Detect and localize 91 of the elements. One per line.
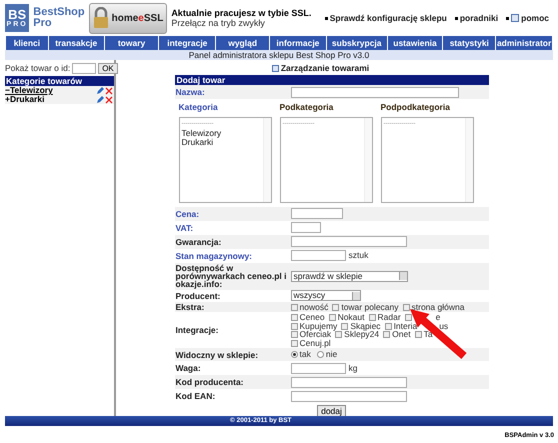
checkbox[interactable] — [290, 304, 298, 310]
checkbox[interactable] — [404, 314, 412, 321]
unit-label: kg — [348, 362, 358, 375]
option-label: Sklepy24 — [344, 330, 380, 339]
option-label: Oferciak — [300, 330, 332, 339]
caret-icon — [398, 272, 406, 280]
text-field[interactable] — [290, 236, 406, 248]
id-field[interactable] — [72, 63, 96, 74]
ok-button[interactable]: OK — [98, 63, 118, 74]
checkbox[interactable] — [414, 331, 422, 338]
field-label: VAT: — [174, 224, 194, 232]
field-label: Kod producenta: — [174, 378, 244, 386]
option-label: tak — [300, 348, 311, 362]
list-heading: Podkategoria — [280, 101, 334, 114]
delete-icon[interactable] — [105, 86, 113, 94]
field-label: Dostępność w porównywarkach ceneo.pl i okazje.info: — [174, 264, 288, 288]
header-link[interactable]: pomoc — [521, 12, 549, 24]
field-label: Gwarancja: — [174, 238, 222, 246]
text-field[interactable] — [290, 250, 346, 262]
list-option[interactable]: Drukarki — [182, 138, 262, 147]
id-label: Pokaż towar o id: — [5, 62, 70, 75]
list-option[interactable]: Telewizory — [182, 128, 262, 138]
field-label: Kod EAN: — [174, 392, 216, 400]
text-field[interactable] — [290, 86, 458, 98]
field-label: Integracje: — [174, 326, 220, 334]
option-label: Radar — [378, 313, 401, 322]
option-label: e — [436, 313, 440, 322]
mode-link[interactable]: Przełącz na tryb zwykły — [171, 18, 321, 28]
field-label: Widoczny w sklepie: — [174, 350, 260, 359]
checkbox[interactable] — [328, 314, 336, 321]
brand-name: Pro — [33, 18, 52, 29]
submit-button[interactable]: dodaj — [317, 405, 346, 418]
option-label: nie — [326, 348, 338, 362]
field-label: Nazwa: — [174, 88, 206, 96]
text-field[interactable] — [290, 208, 342, 220]
help-icon — [272, 64, 279, 72]
option-label: towar polecany — [341, 302, 398, 312]
text-field[interactable] — [290, 376, 406, 388]
brand-name: BestShop — [33, 7, 85, 18]
padlock-icon — [92, 7, 109, 29]
checkbox[interactable] — [290, 314, 298, 321]
bullet-icon — [324, 16, 328, 20]
checkbox[interactable] — [290, 331, 298, 338]
checkbox[interactable] — [290, 322, 298, 330]
bullet-icon — [506, 16, 510, 20]
option-label: nowość — [300, 302, 328, 312]
help-icon — [511, 14, 520, 22]
list-heading: Kategoria — [178, 101, 219, 114]
checkbox[interactable] — [383, 331, 390, 338]
checkbox[interactable] — [384, 322, 392, 330]
delete-icon[interactable] — [105, 96, 113, 104]
option-label: strona główna — [412, 302, 464, 312]
option-label: Skąpiec — [350, 322, 381, 330]
text-field[interactable] — [290, 222, 320, 234]
field-label: Waga: — [174, 364, 202, 372]
text-field[interactable] — [290, 362, 346, 374]
option-label: Ta — [424, 330, 433, 339]
field-label: Stan magazynowy: — [174, 252, 254, 260]
dropdown[interactable]: wszyscy — [290, 290, 360, 302]
field-label: Ekstra: — [174, 303, 206, 311]
field-label: Producent: — [174, 292, 222, 300]
radio-button[interactable] — [290, 351, 298, 358]
field-label: Cena: — [174, 210, 200, 218]
header-link[interactable]: poradniki — [460, 12, 498, 24]
list-heading: Podpodkategoria — [380, 101, 451, 114]
option-label: Kupujemy — [300, 322, 338, 330]
option-label: Ceneo — [300, 313, 325, 322]
checkbox[interactable] — [402, 304, 410, 310]
dropdown[interactable]: sprawdź w sklepie — [290, 270, 408, 282]
form-header: Dodaj towar — [174, 75, 488, 85]
ssl-notice: Aktualnie pracujesz w tybie SSL. — [171, 8, 312, 18]
option-label: Onet — [392, 330, 411, 339]
unit-label: sztuk — [348, 249, 368, 262]
checkbox[interactable] — [332, 304, 340, 310]
caret-icon — [352, 292, 360, 300]
header-link[interactable]: Sprawdź konfigurację sklepu — [330, 12, 447, 24]
checkbox[interactable] — [335, 331, 342, 338]
checkbox[interactable] — [290, 340, 298, 346]
bullet-icon — [454, 16, 458, 20]
subtitle-bar: Panel administratora sklepu Best Shop Pro v3.0 — [5, 50, 553, 60]
ssl-logo-text: homeeSSL — [112, 12, 164, 26]
radio-button[interactable] — [316, 351, 324, 358]
option-label: us — [439, 322, 448, 330]
text-field[interactable] — [290, 390, 406, 402]
option-label: Cenuj.pl — [300, 338, 331, 348]
tree-header: Kategorie towarów — [5, 76, 114, 86]
option-label: Interia — [394, 322, 418, 330]
option-label: Nokaut — [338, 313, 364, 322]
help-link[interactable]: Zarządzanie towarami — [280, 62, 370, 74]
checkbox[interactable] — [368, 314, 376, 321]
checkbox[interactable] — [341, 322, 348, 330]
